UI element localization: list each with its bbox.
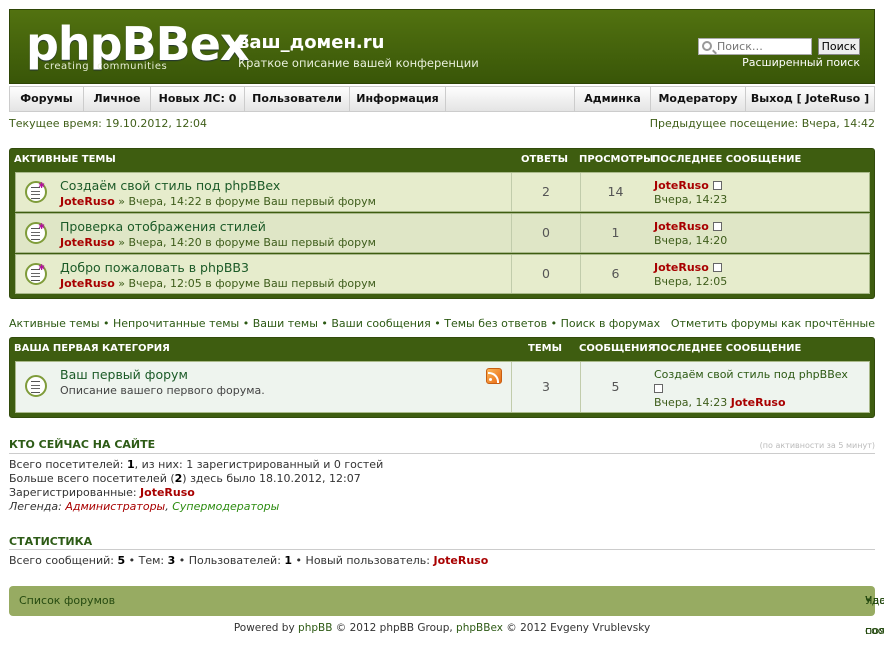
link-unread-topics[interactable]: Непрочитанные темы [113, 317, 239, 330]
site-header: phpBBex creating communities ваш_домен.ru… [9, 9, 875, 84]
link-search-forums[interactable]: Поиск в форумах [561, 317, 661, 330]
goto-last-post-icon[interactable] [712, 263, 722, 272]
search-input[interactable]: Поиск… [698, 38, 812, 55]
online-record: Больше всего посетителей (2) здесь было … [9, 472, 361, 485]
topic-last-post: JoteRuso Вчера, 12:05 [654, 261, 728, 288]
topic-unread-icon [25, 181, 47, 203]
goto-last-post-icon[interactable] [712, 222, 722, 231]
col-posts: Сообщения [579, 343, 656, 354]
col-replies: Ответы [521, 154, 568, 165]
topic-title[interactable]: Создаём свой стиль под phpBBex [60, 178, 280, 193]
footer-bar: Список форумов Удалить cookies конференц… [9, 586, 884, 637]
col-last-post: Последнее сообщение [652, 343, 802, 354]
nav-users[interactable]: Пользователи [245, 87, 350, 111]
topic-author[interactable]: JoteRuso [60, 236, 115, 249]
col-last-post: Последнее сообщение [652, 154, 802, 165]
forum-description: Описание вашего первого форума. [60, 384, 265, 397]
topic-views: 6 [580, 255, 650, 293]
search-icon [702, 41, 712, 51]
topic-meta: JoteRuso » Вчера, 14:22 в форуме Ваш пер… [60, 195, 376, 208]
divider [9, 549, 875, 550]
nav-info[interactable]: Информация [350, 87, 446, 111]
active-topics-panel: Активные темы Ответы Просмотры Последнее… [9, 148, 875, 299]
category-panel: Ваша первая категория Темы Сообщения Пос… [9, 337, 875, 418]
nav-logout[interactable]: Выход [ JoteRuso ] [745, 87, 874, 111]
link-your-posts[interactable]: Ваши сообщения [331, 317, 430, 330]
forum-last-post: Создаём свой стиль под phpBBex Вчера, 14:… [654, 368, 848, 409]
quick-links: Активные темы • Непрочитанные темы • Ваш… [9, 317, 661, 330]
timezone: Часовой пояс: UTC [865, 594, 884, 637]
topic-row: Добро пожаловать в phpBB3 JoteRuso » Вче… [15, 254, 870, 294]
advanced-search-link[interactable]: Расширенный поиск [742, 56, 860, 69]
topic-replies: 2 [511, 173, 580, 211]
divider [9, 453, 875, 454]
link-your-topics[interactable]: Ваши темы [253, 317, 318, 330]
stats-title: Статистика [9, 535, 93, 548]
topic-views: 14 [580, 173, 650, 211]
topic-replies: 0 [511, 214, 580, 252]
topic-last-post: JoteRuso Вчера, 14:20 [654, 220, 728, 247]
goto-last-post-icon[interactable] [712, 181, 722, 190]
online-registered: Зарегистрированные: JoteRuso [9, 486, 195, 499]
last-visit: Предыдущее посещение: Вчера, 14:42 [649, 117, 875, 130]
stats-line: Всего сообщений: 5 • Тем: 3 • Пользовате… [9, 554, 489, 567]
topic-row: Создаём свой стиль под phpBBex JoteRuso … [15, 172, 870, 212]
link-unanswered[interactable]: Темы без ответов [444, 317, 547, 330]
phpbb-link[interactable]: phpBB [298, 622, 332, 634]
topic-meta: JoteRuso » Вчера, 12:05 в форуме Ваш пер… [60, 277, 376, 290]
phpbbex-link[interactable]: phpBBex [456, 622, 503, 634]
topic-unread-icon [25, 263, 47, 285]
topic-author[interactable]: JoteRuso [60, 195, 115, 208]
forum-name[interactable]: Ваш первый форум [60, 367, 188, 382]
goto-last-post-icon[interactable] [654, 384, 663, 393]
topic-views: 1 [580, 214, 650, 252]
site-name[interactable]: ваш_домен.ru [238, 32, 384, 53]
link-active-topics[interactable]: Активные темы [9, 317, 100, 330]
search-button[interactable]: Поиск [818, 38, 860, 55]
topic-unread-icon [25, 222, 47, 244]
main-navbar: Форумы Личное Новых ЛС: 0 Пользователи И… [9, 86, 875, 112]
category-title[interactable]: Ваша первая категория [14, 338, 170, 360]
nav-forums[interactable]: Форумы [10, 87, 84, 111]
online-title: Кто сейчас на сайте [9, 438, 156, 451]
forum-read-icon [25, 375, 47, 397]
online-total: Всего посетителей: 1, из них: 1 зарегист… [9, 458, 384, 471]
topic-replies: 0 [511, 255, 580, 293]
site-description: Краткое описание вашей конференции [238, 56, 479, 70]
col-views: Просмотры [579, 154, 654, 165]
col-topics: Темы [528, 343, 562, 354]
current-time: Текущее время: 19.10.2012, 12:04 [9, 117, 208, 130]
forum-index-link[interactable]: Список форумов [19, 586, 115, 616]
rss-feed-icon[interactable] [486, 368, 502, 384]
topic-last-post: JoteRuso Вчера, 14:23 [654, 179, 728, 206]
forum-row: Ваш первый форум Описание вашего первого… [15, 361, 870, 413]
logo-tagline: creating communities [44, 61, 168, 72]
forum-posts: 5 [580, 362, 650, 412]
online-legend: Легенда: Администраторы, Супермодераторы [9, 500, 280, 513]
topic-title[interactable]: Проверка отображения стилей [60, 219, 266, 234]
nav-moderator[interactable]: Модератору [650, 87, 745, 111]
mark-forums-read-link[interactable]: Отметить форумы как прочтённые [671, 317, 875, 330]
topic-title[interactable]: Добро пожаловать в phpBB3 [60, 260, 249, 275]
nav-new-pm[interactable]: Новых ЛС: 0 [151, 87, 245, 111]
topic-row: Проверка отображения стилей JoteRuso » В… [15, 213, 870, 253]
nav-personal[interactable]: Личное [84, 87, 151, 111]
topic-meta: JoteRuso » Вчера, 14:20 в форуме Ваш пер… [60, 236, 376, 249]
topic-author[interactable]: JoteRuso [60, 277, 115, 290]
copyright: Powered by phpBB © 2012 phpBB Group, php… [233, 622, 651, 634]
active-topics-title: Активные темы [14, 154, 116, 165]
nav-admin[interactable]: Админка [574, 87, 650, 111]
forum-topics: 3 [511, 362, 580, 412]
online-note: (по активности за 5 минут) [759, 441, 875, 450]
